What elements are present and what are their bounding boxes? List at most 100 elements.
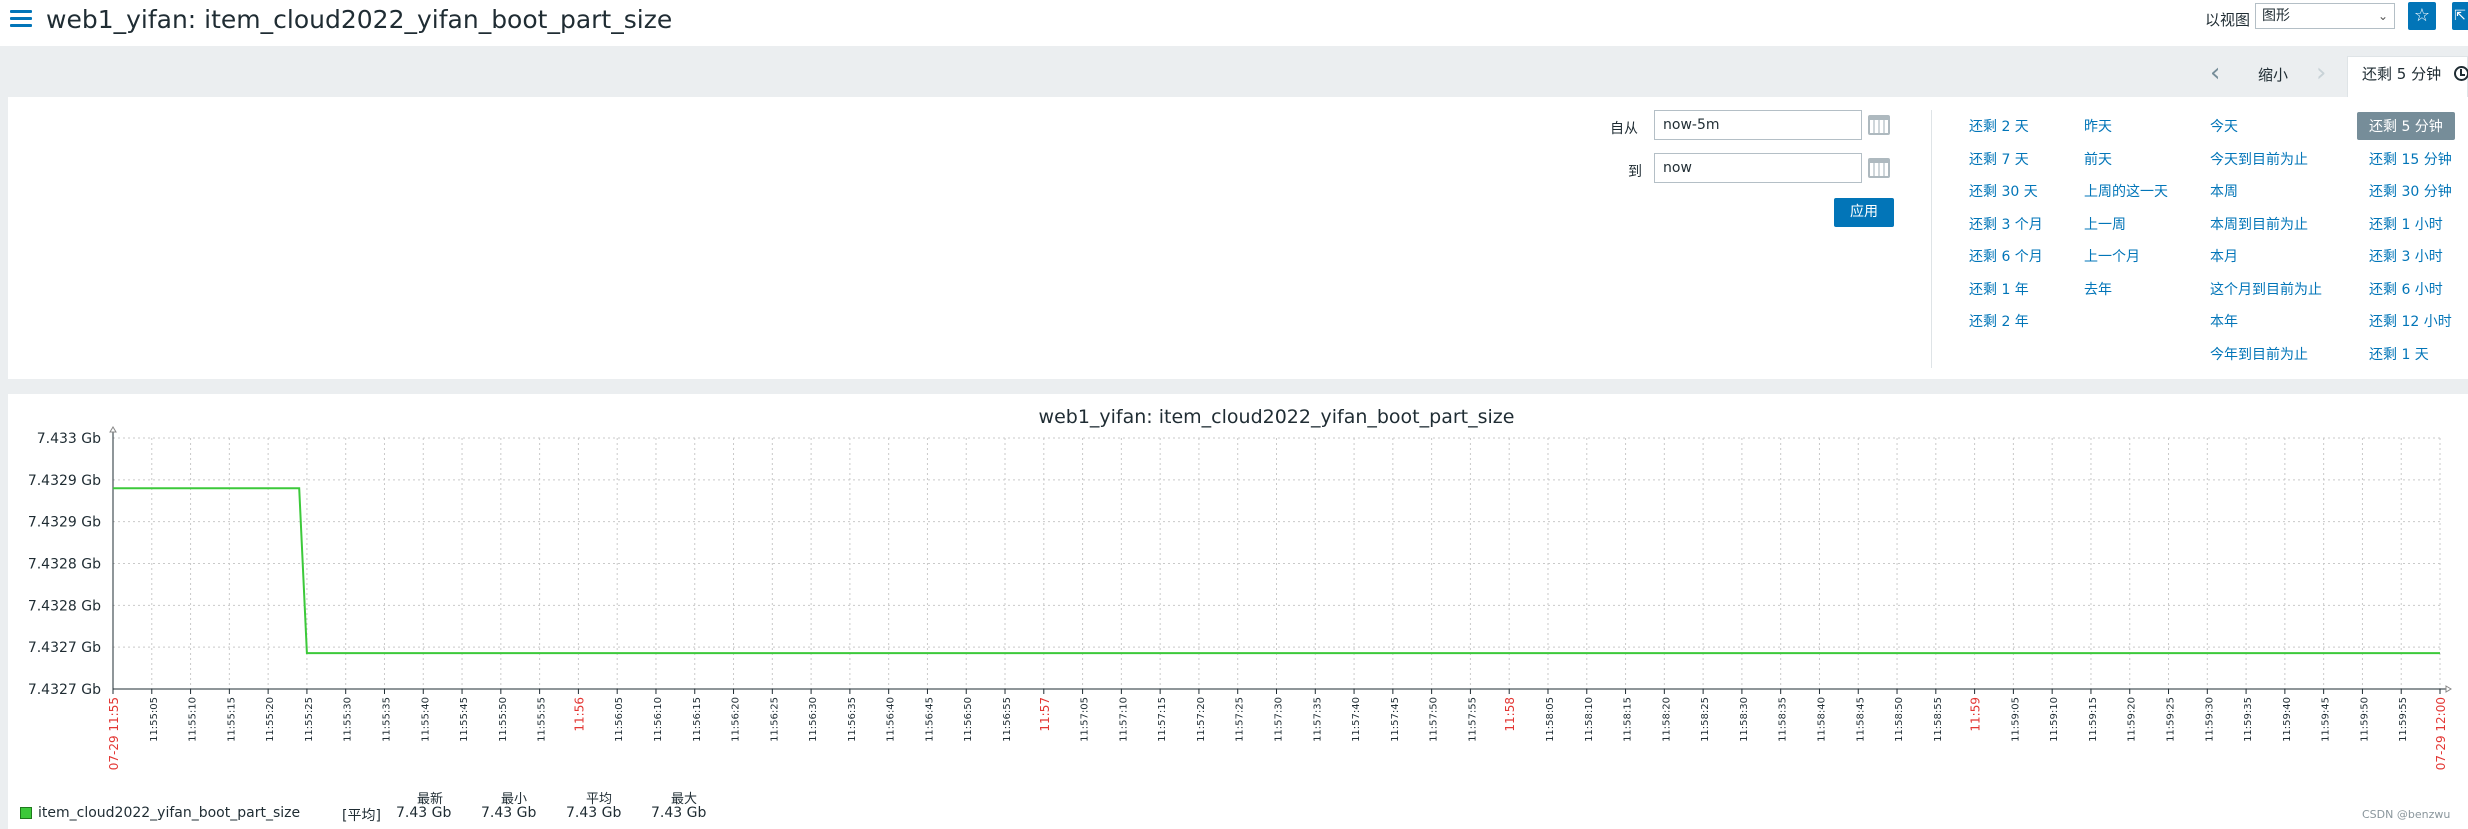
x-tick-label: 11:55:20 (265, 697, 276, 742)
divider (1931, 110, 1932, 368)
x-tick-label: 11:55:35 (381, 697, 392, 742)
quick-range-link[interactable]: 上一周 (2084, 214, 2126, 234)
quick-range-link[interactable]: 还剩 1 年 (1969, 279, 2029, 299)
x-tick-label: 11:58:45 (1855, 697, 1866, 742)
x-tick-label: 11:56:55 (1002, 697, 1013, 742)
quick-range-link[interactable]: 还剩 1 小时 (2369, 214, 2443, 234)
quick-range-link[interactable]: 今天到目前为止 (2210, 149, 2308, 169)
quick-range-link[interactable]: 还剩 30 分钟 (2369, 181, 2452, 201)
x-axis-arrow (2445, 685, 2452, 693)
x-tick-label: 11:55:45 (459, 697, 470, 742)
y-tick-label: 7.4327 Gb (28, 640, 101, 656)
x-tick-label: 11:56:35 (847, 697, 858, 742)
x-tick-label: 11:58:20 (1661, 697, 1672, 742)
to-label: 到 (1628, 164, 1642, 180)
quick-range-link[interactable]: 还剩 5 分钟 (2357, 112, 2455, 140)
quick-range-link[interactable]: 今天 (2210, 116, 2238, 136)
quick-range-link[interactable]: 本年 (2210, 311, 2238, 331)
x-tick-label: 11:58:30 (1739, 697, 1750, 742)
tab-time-range[interactable]: 还剩 5 分钟 (2347, 56, 2468, 97)
quick-range-link[interactable]: 还剩 2 天 (1969, 116, 2029, 136)
quick-range-link[interactable]: 前天 (2084, 149, 2112, 169)
quick-range-link[interactable]: 还剩 15 分钟 (2369, 149, 2452, 169)
header-bar: web1_yifan: item_cloud2022_yifan_boot_pa… (0, 0, 2468, 46)
x-tick-label: 07-29 11:55 (107, 697, 121, 770)
x-tick-label: 11:59 (1969, 697, 1983, 732)
quick-range-link[interactable]: 上一个月 (2084, 246, 2140, 266)
quick-range-link[interactable]: 还剩 6 个月 (1969, 246, 2043, 266)
quick-range-link[interactable]: 今年到目前为止 (2210, 344, 2308, 364)
x-tick-label: 11:56:30 (808, 697, 819, 742)
legend-value-last: 7.43 Gb (396, 805, 452, 821)
legend-value-max: 7.43 Gb (651, 805, 707, 821)
x-tick-label: 11:57:25 (1235, 697, 1246, 742)
x-tick-label: 11:59:40 (2282, 697, 2293, 742)
y-tick-label: 7.4328 Gb (28, 598, 101, 614)
y-tick-label: 7.4328 Gb (28, 557, 101, 573)
chevron-down-icon: ⌄ (2377, 9, 2388, 23)
x-tick-label: 11:58 (1503, 697, 1517, 732)
x-tick-label: 11:59:20 (2127, 697, 2138, 742)
x-tick-label: 11:57:35 (1312, 697, 1323, 742)
quick-range-link[interactable]: 还剩 6 小时 (2369, 279, 2443, 299)
x-tick-label: 11:57:15 (1157, 697, 1168, 742)
calendar-icon[interactable] (1868, 158, 1890, 178)
x-tick-label: 11:57:30 (1274, 697, 1285, 742)
chevron-left-icon[interactable]: ‹ (2210, 60, 2220, 86)
x-tick-label: 11:58:55 (1933, 697, 1944, 742)
x-tick-label: 11:57:20 (1196, 697, 1207, 742)
quick-range-link[interactable]: 还剩 3 个月 (1969, 214, 2043, 234)
quick-range-link[interactable]: 本周 (2210, 181, 2238, 201)
page-title: web1_yifan: item_cloud2022_yifan_boot_pa… (46, 5, 673, 34)
y-tick-label: 7.4327 Gb (28, 682, 101, 698)
quick-range-link[interactable]: 还剩 1 天 (2369, 344, 2429, 364)
x-tick-label: 11:56:50 (963, 697, 974, 742)
x-tick-label: 07-29 12:00 (2434, 697, 2448, 770)
x-tick-label: 11:57:40 (1351, 697, 1362, 742)
x-tick-label: 11:56:10 (653, 697, 664, 742)
quick-range-link[interactable]: 上周的这一天 (2084, 181, 2168, 201)
x-tick-label: 11:55:55 (537, 697, 548, 742)
x-tick-label: 11:58:15 (1623, 697, 1634, 742)
x-tick-label: 11:57:05 (1080, 697, 1091, 742)
tab-time-range-label: 还剩 5 分钟 (2362, 65, 2442, 83)
quick-range-link[interactable]: 去年 (2084, 279, 2112, 299)
quick-range-link[interactable]: 本周到目前为止 (2210, 214, 2308, 234)
legend-value-min: 7.43 Gb (481, 805, 537, 821)
quick-range-link[interactable]: 这个月到目前为止 (2210, 279, 2322, 299)
legend-function: [平均] (342, 808, 381, 824)
x-tick-label: 11:59:55 (2398, 697, 2409, 742)
quick-range-link[interactable]: 还剩 30 天 (1969, 181, 2038, 201)
quick-range-link[interactable]: 还剩 7 天 (1969, 149, 2029, 169)
graph-title: web1_yifan: item_cloud2022_yifan_boot_pa… (1039, 406, 1515, 428)
x-tick-label: 11:58:40 (1816, 697, 1827, 742)
fullscreen-icon: ⇱ (2454, 8, 2466, 24)
add-favourite-button[interactable]: ☆ (2408, 2, 2436, 30)
quick-range-link[interactable]: 昨天 (2084, 116, 2112, 136)
x-tick-label: 11:56:45 (924, 697, 935, 742)
apply-button[interactable]: 应用 (1834, 198, 1894, 227)
x-tick-label: 11:59:35 (2243, 697, 2254, 742)
kiosk-mode-button[interactable]: ⇱ (2452, 2, 2468, 30)
quick-range-link[interactable]: 还剩 2 年 (1969, 311, 2029, 331)
calendar-icon[interactable] (1868, 115, 1890, 135)
chevron-right-icon[interactable]: › (2316, 60, 2326, 86)
view-as-select[interactable]: 图形 ⌄ (2255, 3, 2395, 29)
x-tick-label: 11:56:20 (731, 697, 742, 742)
y-tick-label: 7.4329 Gb (28, 515, 101, 531)
view-as-value: 图形 (2262, 8, 2290, 24)
zoom-out-button[interactable]: 缩小 (2258, 64, 2288, 85)
menu-icon[interactable] (10, 10, 32, 30)
x-tick-label: 11:59:25 (2166, 697, 2177, 742)
legend-item-name: item_cloud2022_yifan_boot_part_size (38, 805, 301, 821)
from-input[interactable] (1654, 110, 1862, 140)
x-tick-label: 11:55:05 (149, 697, 160, 742)
quick-range-link[interactable]: 还剩 3 小时 (2369, 246, 2443, 266)
x-tick-label: 11:57:55 (1467, 697, 1478, 742)
x-tick-label: 11:57:45 (1390, 697, 1401, 742)
quick-range-link[interactable]: 还剩 12 小时 (2369, 311, 2452, 331)
to-input[interactable] (1654, 153, 1862, 183)
legend-swatch (20, 807, 32, 819)
quick-range-link[interactable]: 本月 (2210, 246, 2238, 266)
x-tick-label: 11:57:10 (1118, 697, 1129, 742)
